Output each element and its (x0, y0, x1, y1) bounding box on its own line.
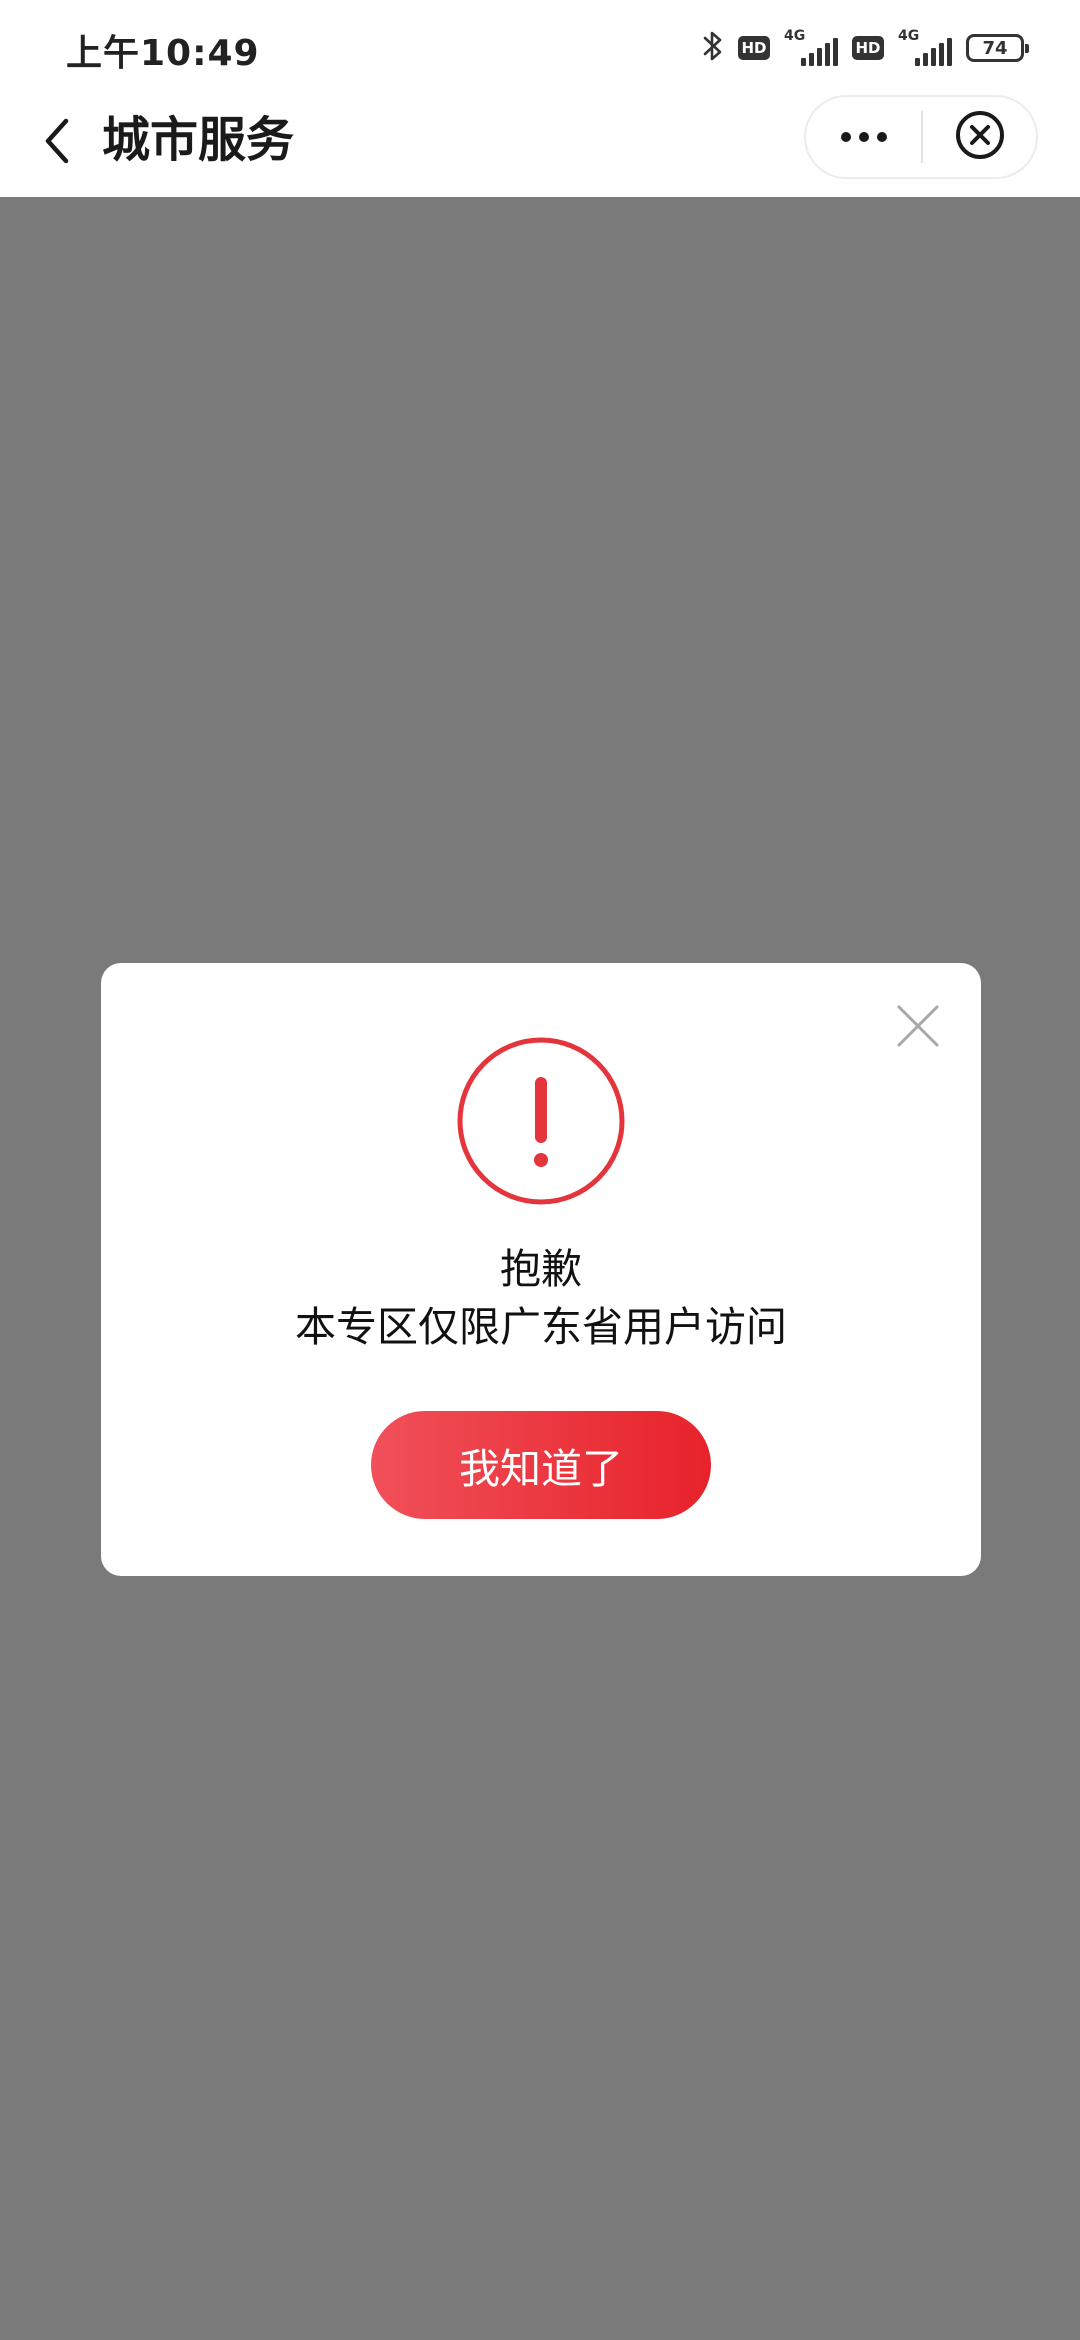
dialog-close-button[interactable] (895, 1003, 941, 1049)
mini-program-capsule (804, 95, 1038, 179)
status-icons: HD 4G HD 4G 74 (702, 26, 1029, 70)
acknowledge-button[interactable]: 我知道了 (371, 1411, 711, 1519)
exclamation-circle-icon (457, 1037, 625, 1205)
close-x-icon (895, 1005, 941, 1053)
close-circle-icon (954, 109, 1006, 165)
back-button[interactable] (36, 113, 76, 173)
signal-4g-icon: 4G (784, 28, 838, 68)
page-title: 城市服务 (102, 112, 295, 168)
battery-icon: 74 (966, 34, 1029, 62)
battery-level: 74 (982, 37, 1008, 59)
status-bar: 上午10:49 HD 4G HD 4G 74 (0, 0, 1080, 95)
top-bar: 上午10:49 HD 4G HD 4G 74 城市服务 (0, 0, 1080, 197)
bluetooth-icon (702, 28, 724, 68)
dialog-title: 抱歉 (500, 1245, 582, 1293)
more-dots-icon (840, 132, 851, 142)
signal-4g-icon: 4G (898, 28, 952, 68)
more-button[interactable] (806, 97, 921, 177)
dialog-message: 本专区仅限广东省用户访问 (295, 1303, 787, 1351)
hd-icon: HD (738, 36, 770, 60)
nav-bar: 城市服务 (0, 95, 1080, 197)
back-arrow-icon (40, 115, 72, 171)
access-denied-dialog: 抱歉 本专区仅限广东省用户访问 我知道了 (101, 963, 981, 1576)
status-time: 上午10:49 (66, 33, 260, 74)
exit-button[interactable] (923, 97, 1036, 177)
hd-icon: HD (852, 36, 884, 60)
